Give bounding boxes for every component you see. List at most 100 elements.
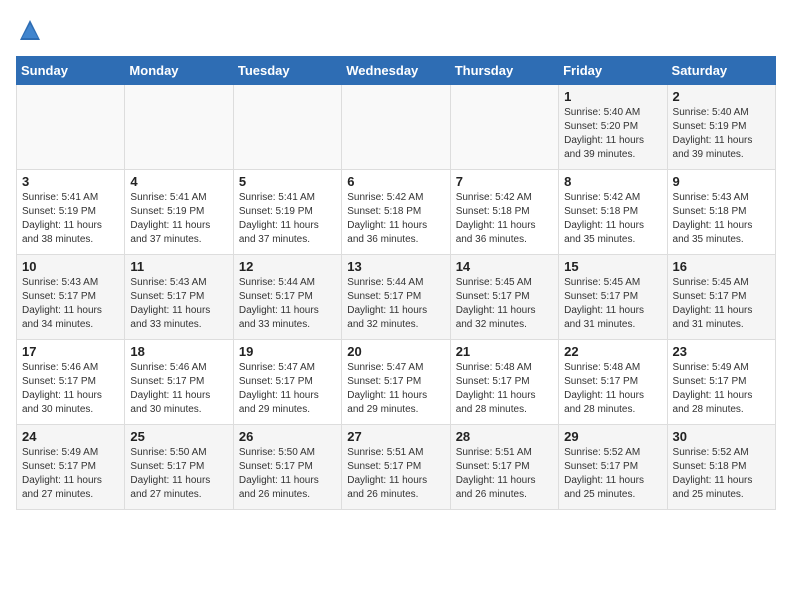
day-info: Sunrise: 5:45 AM Sunset: 5:17 PM Dayligh…	[564, 276, 661, 332]
day-number: 24	[22, 429, 119, 444]
weekday-header: Monday	[125, 57, 233, 85]
calendar-day-cell: 17 Sunrise: 5:46 AM Sunset: 5:17 PM Dayli…	[17, 340, 125, 425]
weekday-header: Tuesday	[233, 57, 341, 85]
calendar-day-cell: 15 Sunrise: 5:45 AM Sunset: 5:17 PM Dayli…	[559, 255, 667, 340]
day-info: Sunrise: 5:45 AM Sunset: 5:17 PM Dayligh…	[456, 276, 553, 332]
day-info: Sunrise: 5:40 AM Sunset: 5:20 PM Dayligh…	[564, 106, 661, 162]
day-number: 30	[673, 429, 770, 444]
calendar-header: SundayMondayTuesdayWednesdayThursdayFrid…	[17, 57, 776, 85]
day-info: Sunrise: 5:49 AM Sunset: 5:17 PM Dayligh…	[22, 446, 119, 502]
day-number: 8	[564, 174, 661, 189]
calendar-day-cell: 29Sunrise: 5:52 AM Sunset: 5:17 PM Dayli…	[559, 425, 667, 510]
day-info: Sunrise: 5:40 AM Sunset: 5:19 PM Dayligh…	[673, 106, 770, 162]
day-number: 3	[22, 174, 119, 189]
calendar-day-cell: 24 Sunrise: 5:49 AM Sunset: 5:17 PM Dayli…	[17, 425, 125, 510]
day-number: 9	[673, 174, 770, 189]
calendar-day-cell: 11 Sunrise: 5:43 AM Sunset: 5:17 PM Dayli…	[125, 255, 233, 340]
calendar-table: SundayMondayTuesdayWednesdayThursdayFrid…	[16, 56, 776, 510]
weekday-header: Wednesday	[342, 57, 450, 85]
calendar-day-cell: 26Sunrise: 5:50 AM Sunset: 5:17 PM Dayli…	[233, 425, 341, 510]
day-number: 18	[130, 344, 227, 359]
calendar-day-cell: 18 Sunrise: 5:46 AM Sunset: 5:17 PM Dayli…	[125, 340, 233, 425]
calendar-day-cell: 16 Sunrise: 5:45 AM Sunset: 5:17 PM Dayli…	[667, 255, 775, 340]
calendar-day-cell	[17, 85, 125, 170]
day-number: 2	[673, 89, 770, 104]
weekday-header: Friday	[559, 57, 667, 85]
calendar-day-cell: 10 Sunrise: 5:43 AM Sunset: 5:17 PM Dayli…	[17, 255, 125, 340]
weekday-header: Saturday	[667, 57, 775, 85]
day-number: 15	[564, 259, 661, 274]
day-info: Sunrise: 5:47 AM Sunset: 5:17 PM Dayligh…	[239, 361, 336, 417]
day-number: 6	[347, 174, 444, 189]
logo-icon	[16, 16, 44, 44]
day-info: Sunrise: 5:46 AM Sunset: 5:17 PM Dayligh…	[22, 361, 119, 417]
calendar-day-cell: 5Sunrise: 5:41 AM Sunset: 5:19 PM Daylig…	[233, 170, 341, 255]
day-info: Sunrise: 5:41 AM Sunset: 5:19 PM Dayligh…	[130, 191, 227, 247]
day-info: Sunrise: 5:42 AM Sunset: 5:18 PM Dayligh…	[347, 191, 444, 247]
calendar-day-cell: 19 Sunrise: 5:47 AM Sunset: 5:17 PM Dayli…	[233, 340, 341, 425]
day-number: 4	[130, 174, 227, 189]
day-number: 11	[130, 259, 227, 274]
calendar-day-cell: 9 Sunrise: 5:43 AM Sunset: 5:18 PM Daylig…	[667, 170, 775, 255]
day-number: 25	[130, 429, 227, 444]
day-number: 13	[347, 259, 444, 274]
calendar-week-row: 1 Sunrise: 5:40 AM Sunset: 5:20 PM Daylig…	[17, 85, 776, 170]
calendar-day-cell: 27Sunrise: 5:51 AM Sunset: 5:17 PM Dayli…	[342, 425, 450, 510]
page-header	[16, 16, 776, 44]
day-info: Sunrise: 5:48 AM Sunset: 5:17 PM Dayligh…	[456, 361, 553, 417]
calendar-day-cell	[233, 85, 341, 170]
calendar-day-cell	[450, 85, 558, 170]
weekday-header: Sunday	[17, 57, 125, 85]
day-number: 7	[456, 174, 553, 189]
calendar-day-cell: 28 Sunrise: 5:51 AM Sunset: 5:17 PM Dayli…	[450, 425, 558, 510]
calendar-day-cell	[342, 85, 450, 170]
day-number: 17	[22, 344, 119, 359]
calendar-day-cell: 14 Sunrise: 5:45 AM Sunset: 5:17 PM Dayli…	[450, 255, 558, 340]
day-info: Sunrise: 5:52 AM Sunset: 5:17 PM Dayligh…	[564, 446, 661, 502]
calendar-day-cell: 25 Sunrise: 5:50 AM Sunset: 5:17 PM Dayli…	[125, 425, 233, 510]
day-number: 19	[239, 344, 336, 359]
calendar-week-row: 3 Sunrise: 5:41 AM Sunset: 5:19 PM Daylig…	[17, 170, 776, 255]
day-info: Sunrise: 5:43 AM Sunset: 5:17 PM Dayligh…	[130, 276, 227, 332]
day-info: Sunrise: 5:42 AM Sunset: 5:18 PM Dayligh…	[456, 191, 553, 247]
day-info: Sunrise: 5:46 AM Sunset: 5:17 PM Dayligh…	[130, 361, 227, 417]
calendar-day-cell: 20 Sunrise: 5:47 AM Sunset: 5:17 PM Dayli…	[342, 340, 450, 425]
calendar-day-cell: 4 Sunrise: 5:41 AM Sunset: 5:19 PM Daylig…	[125, 170, 233, 255]
day-number: 23	[673, 344, 770, 359]
day-number: 27	[347, 429, 444, 444]
day-number: 20	[347, 344, 444, 359]
day-info: Sunrise: 5:48 AM Sunset: 5:17 PM Dayligh…	[564, 361, 661, 417]
calendar-day-cell: 6 Sunrise: 5:42 AM Sunset: 5:18 PM Daylig…	[342, 170, 450, 255]
calendar-day-cell: 21 Sunrise: 5:48 AM Sunset: 5:17 PM Dayli…	[450, 340, 558, 425]
calendar-week-row: 24 Sunrise: 5:49 AM Sunset: 5:17 PM Dayli…	[17, 425, 776, 510]
calendar-day-cell: 13 Sunrise: 5:44 AM Sunset: 5:17 PM Dayli…	[342, 255, 450, 340]
calendar-week-row: 10 Sunrise: 5:43 AM Sunset: 5:17 PM Dayli…	[17, 255, 776, 340]
calendar-day-cell: 2 Sunrise: 5:40 AM Sunset: 5:19 PM Daylig…	[667, 85, 775, 170]
day-number: 10	[22, 259, 119, 274]
day-info: Sunrise: 5:44 AM Sunset: 5:17 PM Dayligh…	[347, 276, 444, 332]
day-info: Sunrise: 5:47 AM Sunset: 5:17 PM Dayligh…	[347, 361, 444, 417]
day-info: Sunrise: 5:51 AM Sunset: 5:17 PM Dayligh…	[456, 446, 553, 502]
day-info: Sunrise: 5:41 AM Sunset: 5:19 PM Dayligh…	[22, 191, 119, 247]
day-info: Sunrise: 5:42 AM Sunset: 5:18 PM Dayligh…	[564, 191, 661, 247]
calendar-day-cell: 8 Sunrise: 5:42 AM Sunset: 5:18 PM Daylig…	[559, 170, 667, 255]
day-number: 1	[564, 89, 661, 104]
day-info: Sunrise: 5:43 AM Sunset: 5:17 PM Dayligh…	[22, 276, 119, 332]
day-number: 16	[673, 259, 770, 274]
day-number: 28	[456, 429, 553, 444]
day-info: Sunrise: 5:45 AM Sunset: 5:17 PM Dayligh…	[673, 276, 770, 332]
day-number: 14	[456, 259, 553, 274]
day-number: 12	[239, 259, 336, 274]
calendar-day-cell: 23 Sunrise: 5:49 AM Sunset: 5:17 PM Dayli…	[667, 340, 775, 425]
day-info: Sunrise: 5:49 AM Sunset: 5:17 PM Dayligh…	[673, 361, 770, 417]
day-info: Sunrise: 5:43 AM Sunset: 5:18 PM Dayligh…	[673, 191, 770, 247]
day-info: Sunrise: 5:50 AM Sunset: 5:17 PM Dayligh…	[130, 446, 227, 502]
day-info: Sunrise: 5:41 AM Sunset: 5:19 PM Dayligh…	[239, 191, 336, 247]
day-number: 22	[564, 344, 661, 359]
day-number: 26	[239, 429, 336, 444]
day-number: 21	[456, 344, 553, 359]
day-info: Sunrise: 5:44 AM Sunset: 5:17 PM Dayligh…	[239, 276, 336, 332]
weekday-header: Thursday	[450, 57, 558, 85]
logo	[16, 16, 48, 44]
calendar-day-cell: 30Sunrise: 5:52 AM Sunset: 5:18 PM Dayli…	[667, 425, 775, 510]
